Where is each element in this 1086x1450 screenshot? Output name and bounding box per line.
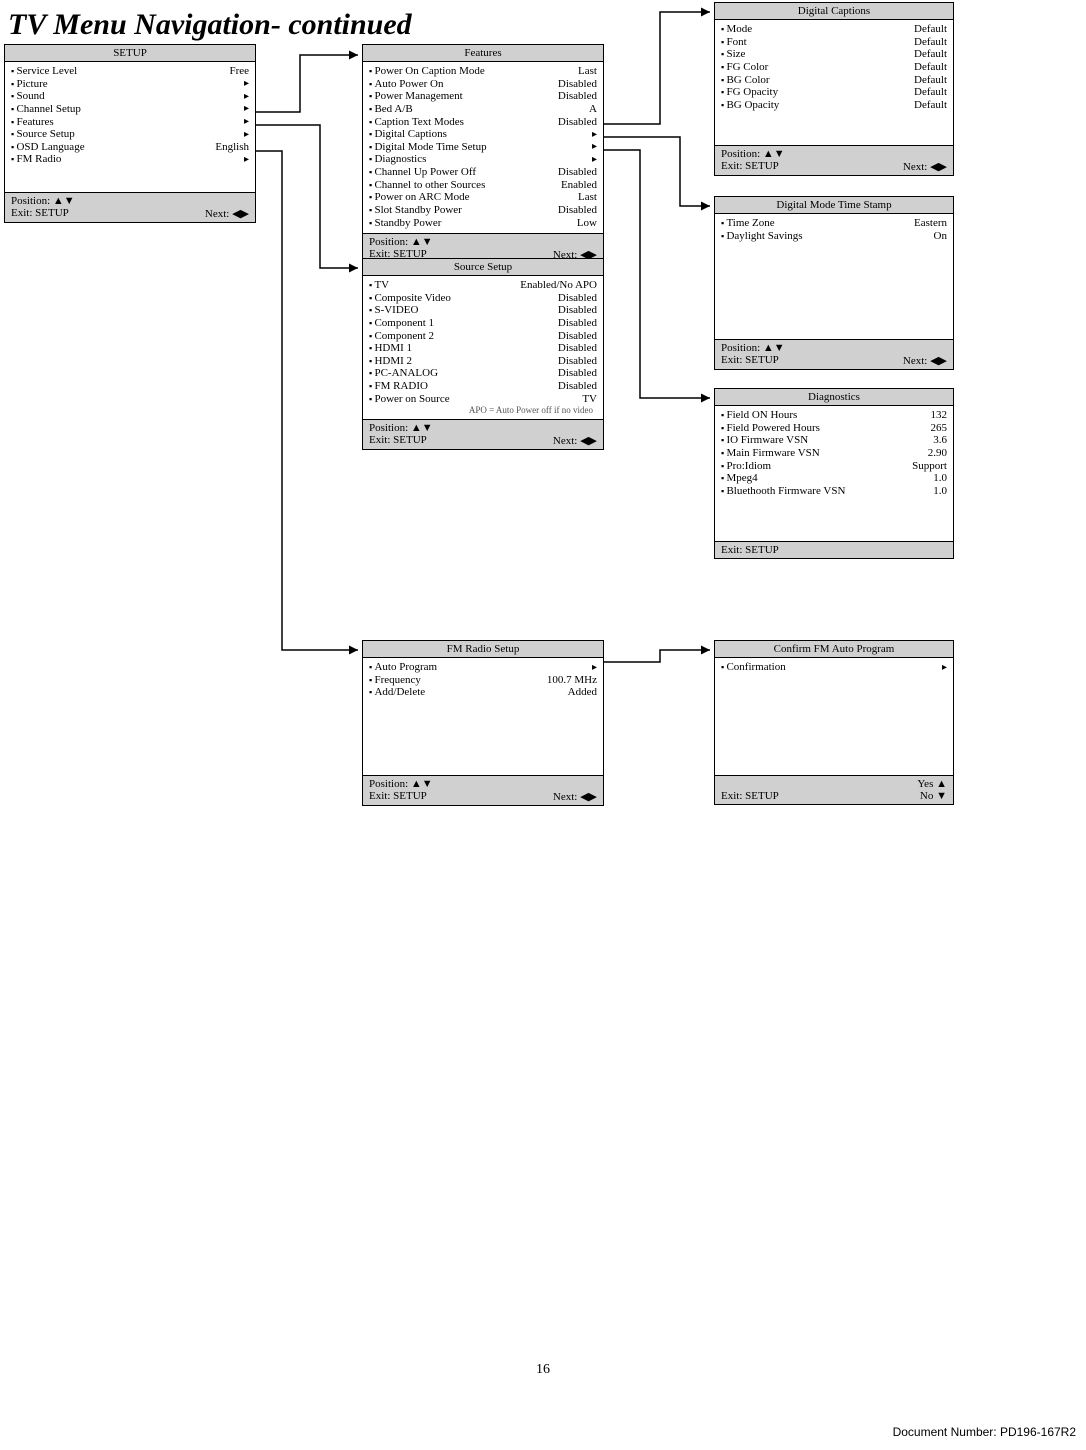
footer-position: Position: ▲▼: [11, 195, 249, 207]
digital-captions-title: Digital Captions: [715, 3, 953, 20]
time-stamp-title: Digital Mode Time Stamp: [715, 197, 953, 214]
menu-row: Sound▸: [11, 90, 249, 103]
setup-menu: SETUP Service LevelFree Picture▸ Sound▸ …: [4, 44, 256, 223]
menu-row: PC-ANALOGDisabled: [369, 367, 597, 380]
fm-radio-menu: FM Radio Setup Auto Program▸ Frequency10…: [362, 640, 604, 806]
footer-exit: Exit: SETUP: [369, 790, 427, 803]
menu-row: Pro:IdiomSupport: [721, 460, 947, 473]
footer-no: No ▼: [920, 790, 947, 802]
apo-note: APO = Auto Power off if no video: [369, 405, 597, 415]
footer-exit: Exit: SETUP: [721, 160, 779, 173]
menu-row: Digital Mode Time Setup▸: [369, 141, 597, 154]
footer-next: Next: ◀▶: [553, 434, 597, 447]
page-number: 16: [0, 1362, 1086, 1378]
diagnostics-menu: Diagnostics Field ON Hours132 Field Powe…: [714, 388, 954, 559]
menu-row: Digital Captions▸: [369, 128, 597, 141]
menu-row: Slot Standby PowerDisabled: [369, 204, 597, 217]
footer-exit: Exit: SETUP: [721, 354, 779, 367]
menu-row: Standby PowerLow: [369, 217, 597, 230]
menu-row: FG ColorDefault: [721, 61, 947, 74]
footer-next: Next: ◀▶: [903, 354, 947, 367]
footer-next: Next: ◀▶: [903, 160, 947, 173]
menu-row: Daylight SavingsOn: [721, 230, 947, 243]
menu-row: S-VIDEODisabled: [369, 304, 597, 317]
source-setup-menu: Source Setup TVEnabled/No APO Composite …: [362, 258, 604, 450]
features-title: Features: [363, 45, 603, 62]
menu-row: Caption Text ModesDisabled: [369, 116, 597, 129]
menu-row: Add/DeleteAdded: [369, 686, 597, 699]
footer-position: Position: ▲▼: [721, 342, 947, 354]
menu-row: Bluethooth Firmware VSN1.0: [721, 485, 947, 498]
menu-row: FG OpacityDefault: [721, 86, 947, 99]
menu-row: Power On Caption ModeLast: [369, 65, 597, 78]
menu-row: FontDefault: [721, 36, 947, 49]
menu-row: Channel Up Power OffDisabled: [369, 166, 597, 179]
footer-exit: Exit: SETUP: [721, 790, 779, 802]
footer-position: Position: ▲▼: [721, 148, 947, 160]
menu-row: Time ZoneEastern: [721, 217, 947, 230]
menu-row: BG OpacityDefault: [721, 99, 947, 112]
menu-row: Field Powered Hours265: [721, 422, 947, 435]
menu-row: Mpeg41.0: [721, 472, 947, 485]
menu-row: IO Firmware VSN3.6: [721, 434, 947, 447]
diagnostics-title: Diagnostics: [715, 389, 953, 406]
footer-exit: Exit: SETUP: [369, 434, 427, 447]
menu-row: Power ManagementDisabled: [369, 90, 597, 103]
menu-row: TVEnabled/No APO: [369, 279, 597, 292]
confirm-fm-menu: Confirm FM Auto Program Confirmation▸ Ye…: [714, 640, 954, 805]
confirm-fm-title: Confirm FM Auto Program: [715, 641, 953, 658]
menu-row: Features▸: [11, 116, 249, 129]
menu-row: Confirmation▸: [721, 661, 947, 674]
time-stamp-menu: Digital Mode Time Stamp Time ZoneEastern…: [714, 196, 954, 370]
menu-row: HDMI 1Disabled: [369, 342, 597, 355]
digital-captions-menu: Digital Captions ModeDefault FontDefault…: [714, 2, 954, 176]
menu-row: FM Radio▸: [11, 153, 249, 166]
footer-yes: Yes ▲: [917, 778, 947, 790]
menu-row: Frequency100.7 MHz: [369, 674, 597, 687]
menu-row: Power on ARC ModeLast: [369, 191, 597, 204]
footer-next: Next: ◀▶: [553, 790, 597, 803]
menu-row: Picture▸: [11, 78, 249, 91]
menu-row: Auto Program▸: [369, 661, 597, 674]
source-setup-title: Source Setup: [363, 259, 603, 276]
menu-row: Component 1Disabled: [369, 317, 597, 330]
menu-row: OSD LanguageEnglish: [11, 141, 249, 154]
menu-row: HDMI 2Disabled: [369, 355, 597, 368]
fm-radio-title: FM Radio Setup: [363, 641, 603, 658]
menu-row: Composite VideoDisabled: [369, 292, 597, 305]
menu-row: FM RADIODisabled: [369, 380, 597, 393]
footer-position: Position: ▲▼: [369, 236, 597, 248]
menu-row: Bed A/BA: [369, 103, 597, 116]
menu-row: Service LevelFree: [11, 65, 249, 78]
footer-next: Next: ◀▶: [205, 207, 249, 220]
menu-row: Main Firmware VSN2.90: [721, 447, 947, 460]
footer-position: Position: ▲▼: [369, 422, 597, 434]
menu-row: Diagnostics▸: [369, 153, 597, 166]
menu-row: Source Setup▸: [11, 128, 249, 141]
menu-row: SizeDefault: [721, 48, 947, 61]
menu-row: BG ColorDefault: [721, 74, 947, 87]
footer-exit: Exit: SETUP: [721, 544, 779, 556]
menu-row: ModeDefault: [721, 23, 947, 36]
menu-row: Channel to other SourcesEnabled: [369, 179, 597, 192]
menu-row: Component 2Disabled: [369, 330, 597, 343]
footer-exit: Exit: SETUP: [11, 207, 69, 220]
features-menu: Features Power On Caption ModeLast Auto …: [362, 44, 604, 264]
menu-row: Channel Setup▸: [11, 103, 249, 116]
document-number: Document Number: PD196-167R2: [893, 1425, 1076, 1439]
footer-position: Position: ▲▼: [369, 778, 597, 790]
menu-row: Power on SourceTV: [369, 393, 597, 406]
menu-row: Auto Power OnDisabled: [369, 78, 597, 91]
menu-row: Field ON Hours132: [721, 409, 947, 422]
setup-title: SETUP: [5, 45, 255, 62]
